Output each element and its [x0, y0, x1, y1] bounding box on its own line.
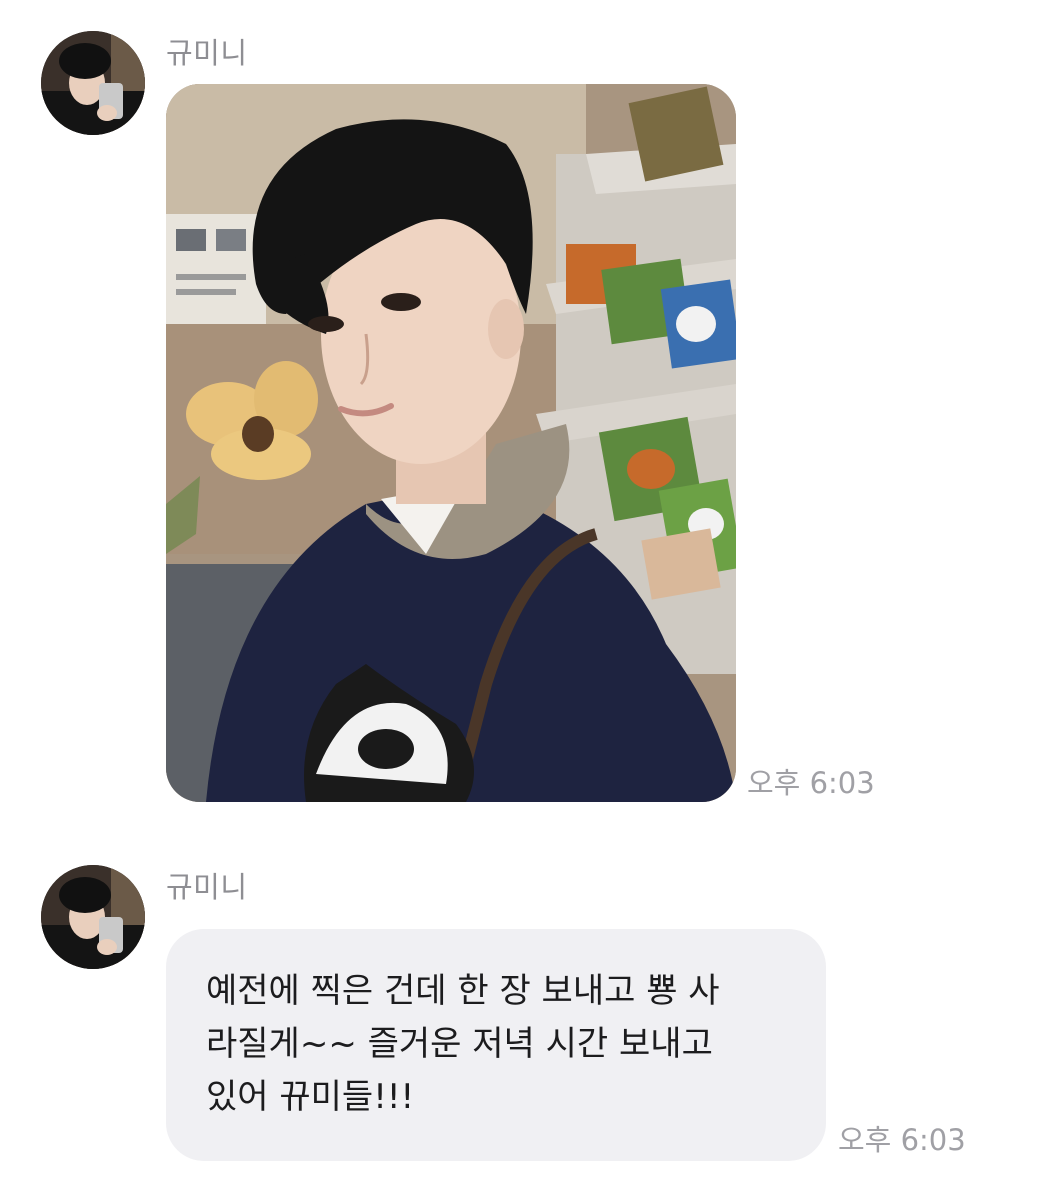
text-message-bubble[interactable]: 예전에 찍은 건데 한 장 보내고 뿅 사 라질게~~ 즐거운 저녁 시간 보내…	[166, 929, 826, 1161]
sender-avatar[interactable]	[41, 31, 145, 135]
message-text-line: 예전에 찍은 건데 한 장 보내고 뿅 사	[206, 971, 720, 1011]
chat-thread: 규미니 오후 6:03 규미니 예전에 찍은 건데 한 장 보내고 뿅 사 라질…	[0, 0, 1041, 1200]
profile-photo-icon	[41, 865, 145, 969]
selfie-photo	[166, 84, 736, 802]
message-timestamp: 오후 6:03	[838, 1123, 966, 1157]
message-text-line: 라질게~~ 즐거운 저녁 시간 보내고	[206, 1024, 713, 1064]
message-text-line: 있어 뀨미들!!!	[206, 1077, 415, 1117]
photo-message[interactable]	[166, 84, 736, 802]
sender-name: 규미니	[166, 870, 248, 904]
sender-avatar[interactable]	[41, 865, 145, 969]
message-timestamp: 오후 6:03	[747, 766, 875, 800]
profile-photo-icon	[41, 31, 145, 135]
sender-name: 규미니	[166, 36, 248, 70]
